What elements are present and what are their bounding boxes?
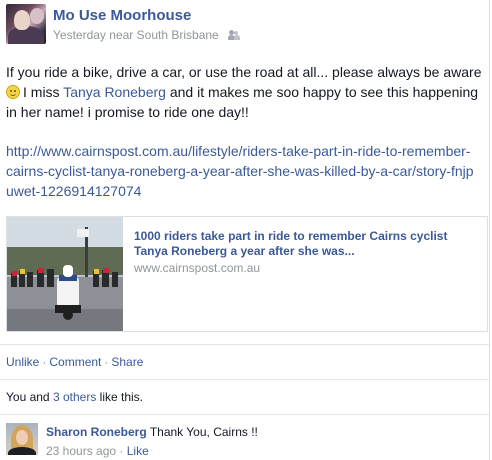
action-separator: · <box>42 355 47 369</box>
post-text-line-2-pre: I miss <box>23 84 60 100</box>
attachment-thumbnail[interactable] <box>7 217 123 331</box>
author-avatar[interactable] <box>6 4 46 44</box>
likes-suffix: like this. <box>99 390 144 404</box>
comment-like-button[interactable]: Like <box>127 444 149 458</box>
post-text-line-3: in her name! i promise to ride one day!! <box>6 104 249 120</box>
post-text-line-2-post: and it makes me soo happy to see this ha… <box>169 84 479 100</box>
post-card: Mo Use Moorhouse Yesterday near South Br… <box>0 0 490 460</box>
comment-meta-separator: · <box>119 444 124 458</box>
comment-text: Thank You, Cairns !! <box>149 425 258 439</box>
mention-link[interactable]: Tanya Roneberg <box>63 84 166 100</box>
post-url-link[interactable]: http://www.cairnspost.com.au/lifestyle/r… <box>6 141 476 201</box>
action-separator: · <box>104 355 109 369</box>
post-text: If you ride a bike, drive a car, or use … <box>6 62 486 122</box>
author-name[interactable]: Mo Use Moorhouse <box>53 7 191 24</box>
post-time[interactable]: Yesterday <box>53 28 106 42</box>
smiley-icon <box>6 85 20 99</box>
attachment-domain: www.cairnspost.com.au <box>134 261 261 275</box>
link-attachment[interactable]: 1000 riders take part in ride to remembe… <box>6 216 488 332</box>
comment: Sharon Roneberg Thank You, Cairns !! <box>46 425 258 439</box>
post-text-line-2: I miss Tanya Roneberg and it makes me so… <box>6 82 486 102</box>
cyclists-photo <box>7 217 123 331</box>
likes-summary: You and 3 others like this. <box>6 390 143 404</box>
commenter-avatar[interactable] <box>6 423 38 455</box>
divider <box>0 344 490 345</box>
comment-button[interactable]: Comment <box>49 355 101 369</box>
near-word: near <box>109 28 134 42</box>
comment-time[interactable]: 23 hours ago <box>46 444 116 458</box>
attachment-title[interactable]: 1000 riders take part in ride to remembe… <box>134 229 474 259</box>
comment-meta: 23 hours ago · Like <box>46 444 149 458</box>
divider <box>0 379 490 380</box>
share-button[interactable]: Share <box>111 355 143 369</box>
post-location[interactable]: South Brisbane <box>137 28 219 42</box>
likes-prefix: You and <box>6 390 50 404</box>
friends-icon[interactable] <box>228 30 241 40</box>
likes-others-link[interactable]: 3 others <box>53 390 96 404</box>
unlike-button[interactable]: Unlike <box>6 355 39 369</box>
comment-author[interactable]: Sharon Roneberg <box>46 425 147 439</box>
post-meta: Yesterday near South Brisbane <box>53 28 241 42</box>
post-actions: Unlike · Comment · Share <box>6 355 143 369</box>
divider <box>0 414 490 415</box>
post-text-line-1: If you ride a bike, drive a car, or use … <box>6 64 482 80</box>
